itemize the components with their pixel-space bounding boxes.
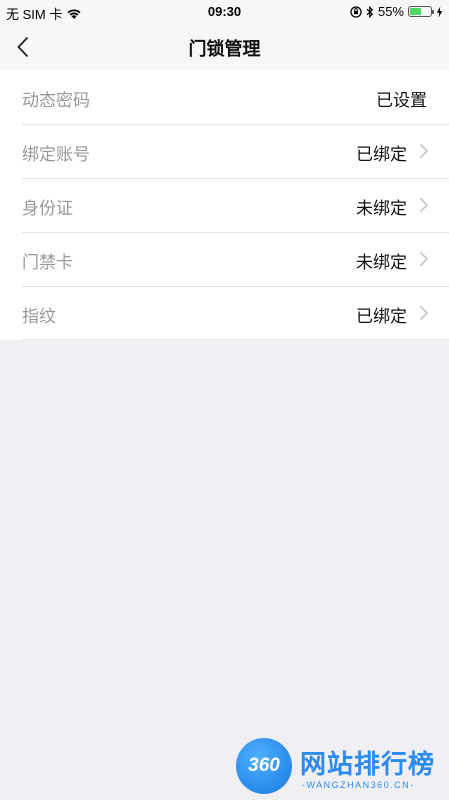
row-value: 已设置 [376, 91, 427, 111]
row-fingerprint[interactable]: 指纹 已绑定 [0, 286, 449, 340]
battery-percent: 55% [377, 4, 404, 19]
chevron-right-icon [419, 143, 429, 159]
chevron-right-icon [419, 197, 429, 213]
watermark-name: 网站排行榜 [300, 750, 436, 780]
row-label: 动态密码 [22, 91, 90, 111]
row-label: 指纹 [22, 307, 56, 327]
watermark-url: -WANGZHAN360.CN- [302, 780, 415, 790]
nav-bar: 门锁管理 [0, 24, 449, 70]
battery-icon [408, 6, 434, 17]
orientation-lock-icon [350, 5, 362, 18]
chevron-right-icon [419, 305, 429, 321]
row-label: 门禁卡 [22, 253, 73, 273]
row-id-card[interactable]: 身份证 未绑定 [0, 178, 449, 232]
settings-list: 动态密码 已设置 绑定账号 已绑定 身份证 未绑定 门禁卡 未绑定 指纹 已绑定 [0, 70, 449, 340]
row-value: 未绑定 [356, 199, 407, 219]
status-bar: 无 SIM 卡 09:30 55% [0, 0, 449, 24]
charging-icon [436, 6, 443, 17]
row-value: 已绑定 [356, 307, 407, 327]
battery-level-fill [410, 8, 421, 15]
watermark-logo-number: 360 [248, 755, 280, 776]
row-bound-account[interactable]: 绑定账号 已绑定 [0, 124, 449, 178]
bluetooth-icon [366, 5, 374, 18]
status-right: 55% [350, 4, 443, 19]
row-label: 绑定账号 [22, 145, 90, 165]
page-title: 门锁管理 [188, 39, 261, 60]
watermark: 360 网站排行榜 -WANGZHAN360.CN- [234, 738, 446, 798]
chevron-right-icon [419, 251, 429, 267]
row-dynamic-password[interactable]: 动态密码 已设置 [0, 70, 449, 124]
watermark-logo: 360 [236, 738, 292, 794]
row-access-card[interactable]: 门禁卡 未绑定 [0, 232, 449, 286]
row-value: 已绑定 [356, 145, 407, 165]
row-value: 未绑定 [356, 253, 407, 273]
row-label: 身份证 [22, 199, 73, 219]
